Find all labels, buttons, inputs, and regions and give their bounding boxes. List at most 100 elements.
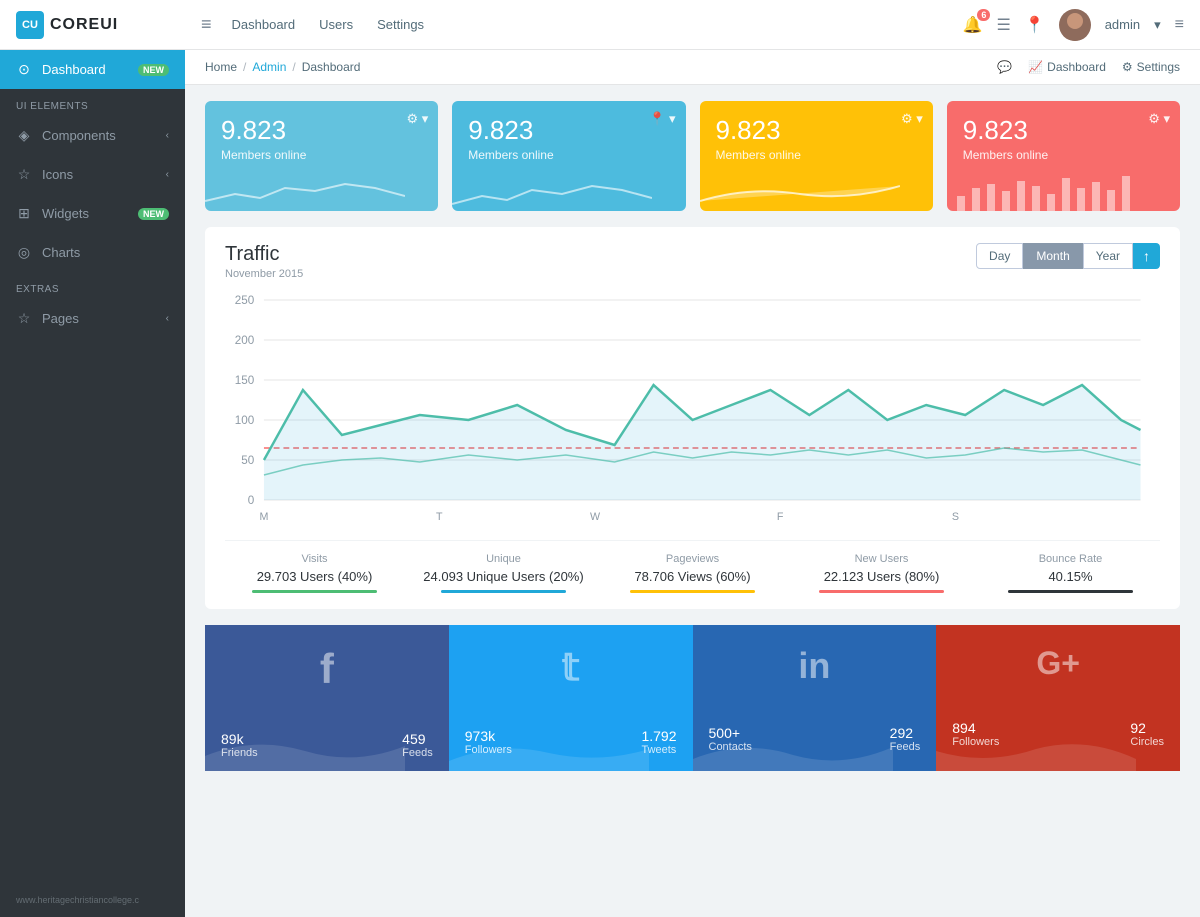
traffic-controls: Day Month Year ↑: [976, 243, 1160, 269]
traffic-stat-newusers-value: 22.123 Users (80%): [792, 569, 971, 584]
twitter-stat2: 1.792 Tweets: [641, 728, 676, 756]
stat-card-1: 📍 ▾ 9.823 Members online: [452, 101, 685, 211]
time-btn-day[interactable]: Day: [976, 243, 1023, 269]
traffic-stat-newusers-label: New Users: [792, 553, 971, 565]
sidebar-label-charts: Charts: [42, 245, 80, 260]
breadcrumb-home: Home: [205, 60, 237, 74]
facebook-stats: 89k Friends 459 Feeds: [221, 723, 433, 759]
traffic-title-area: Traffic November 2015: [225, 243, 303, 280]
stat-card-1-chart: [452, 166, 652, 211]
sidebar-item-widgets[interactable]: ⊞ Widgets NEW: [0, 194, 185, 233]
sidebar-item-icons[interactable]: ☆ Icons ‹: [0, 155, 185, 194]
twitter-stat1: 973k Followers: [465, 728, 512, 756]
list-icon[interactable]: ☰: [996, 15, 1010, 35]
traffic-stats: Visits 29.703 Users (40%) Unique 24.093 …: [225, 540, 1160, 593]
svg-text:T: T: [436, 511, 443, 523]
stat-card-2: ⚙ ▾ 9.823 Members online: [700, 101, 933, 211]
breadcrumb: Home / Admin / Dashboard: [205, 60, 360, 74]
social-card-googleplus: G+ 894 Followers 92 Circles: [936, 625, 1180, 771]
social-card-linkedin: in 500+ Contacts 292 Feeds: [693, 625, 937, 771]
stat-cards-container: ⚙ ▾ 9.823 Members online 📍 ▾ 9.823 Membe…: [205, 101, 1180, 211]
stat-card-1-value: 9.823: [468, 115, 669, 146]
svg-text:200: 200: [235, 333, 255, 347]
stat-card-3: ⚙ ▾ 9.823 Members online: [947, 101, 1180, 211]
main-content: Home / Admin / Dashboard 💬 📈 Dashboard ⚙…: [185, 50, 1200, 917]
traffic-stat-pageviews-label: Pageviews: [603, 553, 782, 565]
location-icon[interactable]: 📍: [1025, 15, 1045, 35]
traffic-stat-unique: Unique 24.093 Unique Users (20%): [414, 553, 593, 593]
time-btn-month[interactable]: Month: [1023, 243, 1082, 269]
stat-card-3-value: 9.823: [963, 115, 1164, 146]
stat-card-1-label: Members online: [468, 148, 669, 162]
layout: ⊙ Dashboard NEW UI ELEMENTS ◈ Components…: [0, 50, 1200, 917]
traffic-header: Traffic November 2015 Day Month Year ↑: [225, 243, 1160, 280]
dashboard-icon: ⊙: [16, 61, 32, 78]
twitter-icon: 𝕥: [465, 645, 677, 690]
breadcrumb-action-settings[interactable]: ⚙ Settings: [1122, 60, 1180, 74]
nav-links: Dashboard Users Settings: [232, 17, 963, 32]
stat-card-2-value: 9.823: [716, 115, 917, 146]
stat-card-0-icon[interactable]: ⚙ ▾: [406, 111, 428, 127]
svg-text:W: W: [590, 511, 601, 523]
sidebar-item-pages[interactable]: ☆ Pages ‹: [0, 299, 185, 338]
sidebar-section-extras: EXTRAS: [0, 272, 185, 299]
sidebar-item-dashboard[interactable]: ⊙ Dashboard NEW: [0, 50, 185, 89]
nav-link-dashboard[interactable]: Dashboard: [232, 17, 296, 32]
linkedin-icon: in: [709, 645, 921, 687]
sidebar-footer: www.heritagechristiancollege.c: [0, 883, 185, 917]
content-area: ⚙ ▾ 9.823 Members online 📍 ▾ 9.823 Membe…: [185, 85, 1200, 917]
traffic-stat-unique-value: 24.093 Unique Users (20%): [414, 569, 593, 584]
traffic-stat-newusers-bar: [819, 590, 944, 593]
top-navigation: CU COREUI ≡ Dashboard Users Settings 🔔 6…: [0, 0, 1200, 50]
logo-text: COREUI: [50, 16, 118, 34]
stat-card-2-label: Members online: [716, 148, 917, 162]
menu-icon[interactable]: ≡: [1175, 16, 1184, 34]
stat-card-2-icon[interactable]: ⚙ ▾: [901, 111, 923, 127]
admin-arrow[interactable]: ▾: [1154, 17, 1161, 33]
download-btn[interactable]: ↑: [1133, 243, 1160, 269]
widgets-icon: ⊞: [16, 205, 32, 222]
avatar[interactable]: [1059, 9, 1091, 41]
traffic-stat-visits-label: Visits: [225, 553, 404, 565]
stat-card-1-icon[interactable]: 📍 ▾: [649, 111, 675, 127]
breadcrumb-current: Dashboard: [302, 60, 361, 74]
svg-text:0: 0: [248, 493, 255, 507]
linkedin-stat1: 500+ Contacts: [709, 725, 752, 753]
nav-link-settings[interactable]: Settings: [377, 17, 424, 32]
facebook-stat1: 89k Friends: [221, 731, 258, 759]
widgets-badge: NEW: [138, 208, 169, 220]
pages-chevron: ‹: [166, 313, 169, 324]
googleplus-icon: G+: [952, 645, 1164, 682]
icons-icon: ☆: [16, 166, 32, 183]
sidebar-label-pages: Pages: [42, 311, 79, 326]
breadcrumb-action-chat[interactable]: 💬: [997, 60, 1012, 74]
traffic-chart-svg: 250 200 150 100 50 0: [225, 290, 1160, 530]
traffic-title: Traffic: [225, 243, 303, 266]
sidebar-item-charts[interactable]: ◎ Charts: [0, 233, 185, 272]
svg-text:M: M: [259, 511, 268, 523]
svg-text:F: F: [777, 511, 784, 523]
svg-text:250: 250: [235, 293, 255, 307]
stat-card-3-icon[interactable]: ⚙ ▾: [1148, 111, 1170, 127]
notification-icon[interactable]: 🔔 6: [963, 15, 983, 35]
traffic-stat-bounce-bar: [1008, 590, 1133, 593]
hamburger-icon[interactable]: ≡: [201, 14, 212, 35]
traffic-stat-unique-label: Unique: [414, 553, 593, 565]
nav-link-users[interactable]: Users: [319, 17, 353, 32]
traffic-stat-visits-value: 29.703 Users (40%): [225, 569, 404, 584]
components-icon: ◈: [16, 127, 32, 144]
time-btn-year[interactable]: Year: [1083, 243, 1133, 269]
breadcrumb-action-dashboard[interactable]: 📈 Dashboard: [1028, 60, 1106, 74]
facebook-icon: f: [221, 645, 433, 693]
sidebar-label-icons: Icons: [42, 167, 73, 182]
sidebar-label-widgets: Widgets: [42, 206, 89, 221]
breadcrumb-admin[interactable]: Admin: [252, 60, 286, 74]
pages-icon: ☆: [16, 310, 32, 327]
sidebar-section-ui: UI ELEMENTS: [0, 89, 185, 116]
traffic-stat-visits: Visits 29.703 Users (40%): [225, 553, 404, 593]
traffic-stat-visits-bar: [252, 590, 377, 593]
traffic-chart-area: 250 200 150 100 50 0: [225, 290, 1160, 530]
facebook-stat2: 459 Feeds: [402, 731, 433, 759]
linkedin-stats: 500+ Contacts 292 Feeds: [709, 717, 921, 753]
sidebar-item-components[interactable]: ◈ Components ‹: [0, 116, 185, 155]
